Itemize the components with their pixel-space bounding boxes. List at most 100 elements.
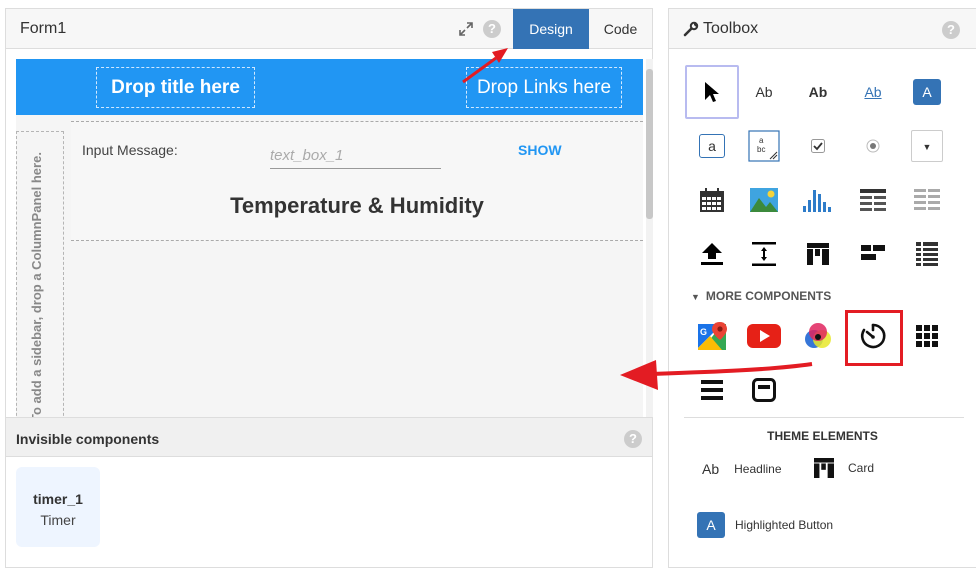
calendar-icon [700,188,724,212]
toolbox-title: Toolbox [703,20,759,37]
sidebar-hint: To add a sidebar, drop a ColumnPanel her… [29,152,44,417]
textarea-tool[interactable]: a bc [737,119,791,173]
input-message-label: Input Message: [82,142,178,158]
html-panel-icon [752,378,776,402]
dropdown-icon: ▼ [911,130,943,162]
textbox-tool[interactable]: a [685,119,739,173]
label-icon: Ab [755,84,773,100]
canvas-tool[interactable] [791,309,845,363]
help-icon[interactable]: ? [483,20,501,38]
checkbox-tool[interactable] [791,119,845,173]
form-panel: Form1 ? Design Code Drop title here Drop… [5,8,653,568]
svg-text:a: a [759,136,764,145]
repeating-panel-tool[interactable] [900,173,954,227]
color-wheel-icon [805,323,831,348]
headline-theme-item[interactable]: Ab Headline [702,461,782,477]
more-components-label: MORE COMPONENTS [705,289,832,303]
svg-text:bc: bc [757,145,765,154]
image-tool[interactable] [737,173,791,227]
linear-panel-tool[interactable] [685,363,739,417]
svg-text:G: G [700,327,707,337]
more-components-toggle[interactable]: ▼ MORE COMPONENTS [691,289,831,303]
repeating-panel-icon [914,189,940,210]
column-panel-icon [916,242,938,266]
content-panel[interactable]: Input Message: SHOW Temperature & Humidi… [71,121,643,241]
data-grid-icon [860,189,886,211]
drop-links-zone[interactable]: Drop Links here [466,67,622,108]
timer-component-card[interactable]: timer_1 Timer [16,467,100,547]
divider [684,417,964,418]
design-canvas[interactable]: Drop title here Drop Links here To add a… [16,59,643,417]
theme-elements-title: THEME ELEMENTS [767,429,878,443]
help-icon[interactable]: ? [624,430,642,448]
help-icon[interactable]: ? [942,21,960,39]
card-theme-item[interactable]: Card [814,458,874,478]
caret-down-icon: ▼ [691,292,700,302]
show-button[interactable]: SHOW [518,142,562,158]
spacer-tool[interactable] [737,227,791,281]
drop-title-zone[interactable]: Drop title here [96,67,255,108]
tab-design[interactable]: Design [513,9,589,49]
timer-highlight-box [845,310,903,366]
bar-chart-icon [803,190,831,212]
button-tool[interactable]: A [900,65,954,119]
rich-text-tool[interactable]: Ab [791,65,845,119]
tab-code[interactable]: Code [589,9,652,49]
grid-panel-icon [807,243,829,265]
data-grid-tool[interactable] [846,173,900,227]
radio-icon [866,139,880,153]
toolbox-header: Toolbox ? [669,9,976,49]
headline-label: Headline [734,462,782,476]
scrollbar-thumb[interactable] [646,69,653,219]
wrench-icon [683,21,699,37]
title-bar: Drop title here Drop Links here [16,59,643,115]
xy-panel-tool[interactable] [900,309,954,363]
form-header: Form1 ? Design Code [6,9,652,49]
card-icon [814,458,834,478]
html-panel-tool[interactable] [737,363,791,417]
linear-panel-icon [701,380,723,400]
expand-icon[interactable] [458,21,474,37]
google-maps-icon: G [698,322,727,350]
flow-panel-icon [861,245,885,260]
checkbox-icon [811,139,825,153]
bold-label-icon: Ab [808,84,828,100]
invisible-components-header: Invisible components ? [6,417,652,457]
flow-panel-tool[interactable] [846,227,900,281]
dropdown-tool[interactable]: ▼ [900,119,954,173]
invisible-components-title: Invisible components [16,431,160,447]
upload-icon [701,243,723,265]
form-title: Form1 [20,20,67,37]
timer-name: timer_1 [33,491,83,507]
text-box-1-input[interactable] [270,142,441,169]
button-icon: A [913,79,941,105]
grid-panel-tool[interactable] [791,227,845,281]
plot-tool[interactable] [791,173,845,227]
link-tool[interactable]: Ab [846,65,900,119]
image-icon [750,188,778,212]
label-tool[interactable]: Ab [737,65,791,119]
pointer-icon [705,82,719,102]
timer-type: Timer [40,512,76,528]
youtube-icon [747,324,781,348]
highlighted-button-icon: A [697,512,725,538]
spacer-icon [752,242,776,266]
toolbox-panel: Toolbox ? Ab Ab Ab A a a bc ▼ ▼ MORE COM… [668,8,976,568]
column-panel-tool[interactable] [900,227,954,281]
datepicker-tool[interactable] [685,173,739,227]
pointer-tool[interactable] [685,65,739,119]
headline-icon: Ab [702,461,720,477]
google-map-tool[interactable]: G [685,309,739,363]
textarea-icon: a bc [748,130,780,162]
link-icon: Ab [864,84,882,100]
youtube-tool[interactable] [737,309,791,363]
card-label: Card [848,461,875,475]
highlighted-button-theme-item[interactable]: A Highlighted Button [697,512,833,538]
temperature-humidity-heading: Temperature & Humidity [230,193,484,218]
file-loader-tool[interactable] [685,227,739,281]
sidebar-drop-zone[interactable]: To add a sidebar, drop a ColumnPanel her… [16,131,64,417]
grid-dots-icon [916,325,938,347]
canvas-scrollbar[interactable] [646,59,653,417]
radio-tool[interactable] [846,119,900,173]
textbox-icon: a [699,134,725,158]
